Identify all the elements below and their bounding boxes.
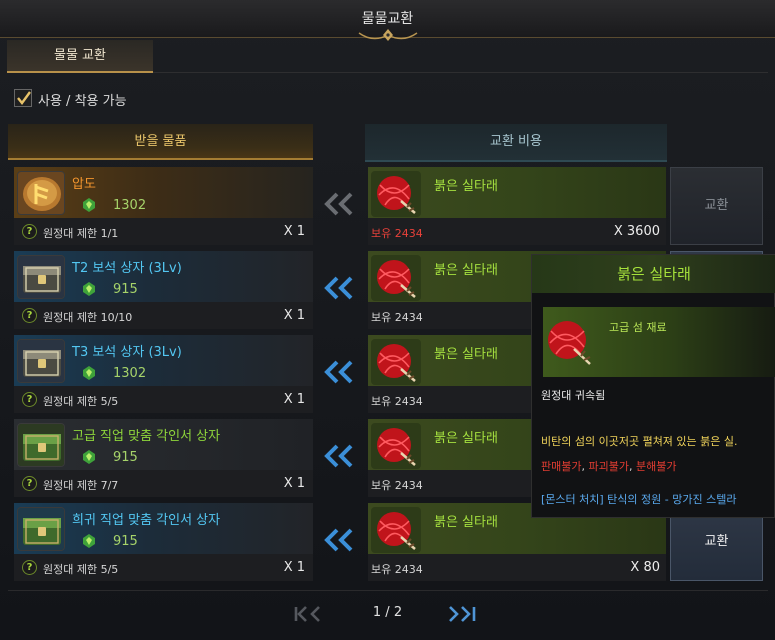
exchange-gem-icon (83, 366, 95, 380)
double-chevron-left-icon (324, 276, 353, 300)
owned-amount: 보유 2434 (371, 479, 423, 492)
tooltip-grade: 고급 섬 재료 (609, 321, 667, 334)
red-yarn-icon[interactable] (371, 171, 421, 217)
cost-item-name: 붉은 실타래 (434, 347, 498, 362)
reward-name: 고급 직업 맞춤 각인서 상자 (72, 429, 221, 444)
reward-price: 915 (113, 534, 138, 549)
usable-checkbox-label: 사용 / 착용 가능 (38, 94, 127, 109)
tab-divider (153, 72, 768, 73)
reward-price: 915 (113, 282, 138, 297)
cost-amount: X 3600 (613, 224, 660, 239)
red-yarn-icon[interactable] (371, 255, 421, 301)
owned-amount: 보유 2434 (371, 227, 423, 240)
column-header-receive: 받을 물품 (8, 124, 313, 160)
reward-name: T3 보석 상자 (3Lv) (72, 345, 182, 360)
help-icon[interactable]: ? (22, 392, 37, 407)
column-header-cost: 교환 비용 (365, 124, 667, 162)
reward-quantity: X 1 (283, 560, 305, 575)
cost-cell: 붉은 실타래 보유 2434 X 3600 (368, 167, 666, 245)
item-tooltip: 붉은 실타래 고급 섬 재료 원정대 귀속됨 비탄의 섬의 이곳저곳 펼쳐져 있… (531, 254, 775, 518)
reward-quantity: X 1 (283, 308, 305, 323)
usable-checkbox[interactable] (14, 89, 32, 107)
reward-price: 1302 (113, 198, 147, 213)
reward-cell: T3 보석 상자 (3Lv) 1302 ? 원정대 제한 5/5 X 1 (14, 335, 313, 413)
check-icon (17, 91, 31, 105)
green-chest-icon[interactable] (17, 507, 65, 551)
help-icon[interactable]: ? (22, 308, 37, 323)
reward-price: 915 (113, 450, 138, 465)
cost-item-name: 붉은 실타래 (434, 263, 498, 278)
red-yarn-icon[interactable] (371, 423, 421, 469)
green-chest-icon[interactable] (17, 423, 65, 467)
exchange-gem-icon (83, 198, 95, 212)
reward-name: T2 보석 상자 (3Lv) (72, 261, 182, 276)
flag-no-destroy: 파괴불가 (588, 460, 629, 473)
ornament-icon (358, 29, 418, 41)
reward-cell: 압도 1302 ? 원정대 제한 1/1 X 1 (14, 167, 313, 245)
reward-quantity: X 1 (283, 476, 305, 491)
owned-amount: 보유 2434 (371, 563, 423, 576)
flag-no-dismantle: 분해불가 (635, 460, 677, 473)
owned-amount: 보유 2434 (371, 395, 423, 408)
tooltip-restrictions: 판매불가, 파괴불가, 분해불가 (541, 458, 676, 474)
limit-text: 원정대 제한 1/1 (43, 227, 119, 240)
red-yarn-icon[interactable] (371, 507, 421, 553)
tab-barter[interactable]: 물물 교환 (7, 40, 153, 73)
pager-divider (8, 590, 768, 591)
gem-chest-icon[interactable] (17, 339, 65, 383)
tooltip-source: [몬스터 처치] 탄식의 정원 - 망가진 스텔라 (541, 493, 737, 506)
reward-name: 압도 (72, 177, 96, 192)
double-chevron-left-icon (324, 444, 353, 468)
exchange-gem-icon (83, 534, 95, 548)
limit-text: 원정대 제한 10/10 (43, 311, 133, 324)
rune-orange-icon[interactable] (17, 171, 65, 215)
last-page-icon[interactable] (446, 604, 478, 624)
cost-item-name: 붉은 실타래 (434, 515, 498, 530)
flag-no-sell: 판매불가 (541, 460, 582, 473)
limit-text: 원정대 제한 5/5 (43, 395, 119, 408)
reward-cell: T2 보석 상자 (3Lv) 915 ? 원정대 제한 10/10 X 1 (14, 251, 313, 329)
double-chevron-left-icon (324, 360, 353, 384)
page-indicator: 1 / 2 (372, 605, 403, 620)
reward-price: 1302 (113, 366, 147, 381)
double-chevron-left-icon (324, 528, 353, 552)
tooltip-description: 비탄의 섬의 이곳저곳 펼쳐져 있는 붉은 실. (541, 435, 738, 448)
red-yarn-icon (548, 321, 591, 365)
reward-cell: 고급 직업 맞춤 각인서 상자 915 ? 원정대 제한 7/7 X 1 (14, 419, 313, 497)
flag-separator: , (628, 460, 636, 473)
reward-name: 희귀 직업 맞춤 각인서 상자 (72, 513, 221, 528)
limit-text: 원정대 제한 5/5 (43, 563, 119, 576)
reward-quantity: X 1 (283, 224, 305, 239)
exchange-gem-icon (83, 450, 95, 464)
exchange-button[interactable]: 교환 (670, 167, 763, 245)
help-icon[interactable]: ? (22, 476, 37, 491)
exchange-gem-icon (83, 282, 95, 296)
help-icon[interactable]: ? (22, 560, 37, 575)
limit-text: 원정대 제한 7/7 (43, 479, 119, 492)
cost-item-name: 붉은 실타래 (434, 431, 498, 446)
red-yarn-icon[interactable] (371, 339, 421, 385)
cost-item-name: 붉은 실타래 (434, 179, 498, 194)
tooltip-bind-status: 원정대 귀속됨 (541, 389, 606, 402)
reward-quantity: X 1 (283, 392, 305, 407)
window-title: 물물교환 (361, 11, 414, 27)
gem-chest-icon[interactable] (17, 255, 65, 299)
help-icon[interactable]: ? (22, 224, 37, 239)
barter-row: 압도 1302 ? 원정대 제한 1/1 X 1 붉은 실타래 보유 2434 … (0, 167, 775, 245)
barter-window: 물물교환 물물 교환 사용 / 착용 가능 받을 물품 교환 비용 압도 130… (0, 0, 775, 640)
tooltip-title: 붉은 실타래 (532, 255, 775, 293)
cost-amount: X 80 (630, 560, 660, 575)
reward-cell: 희귀 직업 맞춤 각인서 상자 915 ? 원정대 제한 5/5 X 1 (14, 503, 313, 581)
owned-amount: 보유 2434 (371, 311, 423, 324)
double-chevron-left-icon (324, 192, 353, 216)
